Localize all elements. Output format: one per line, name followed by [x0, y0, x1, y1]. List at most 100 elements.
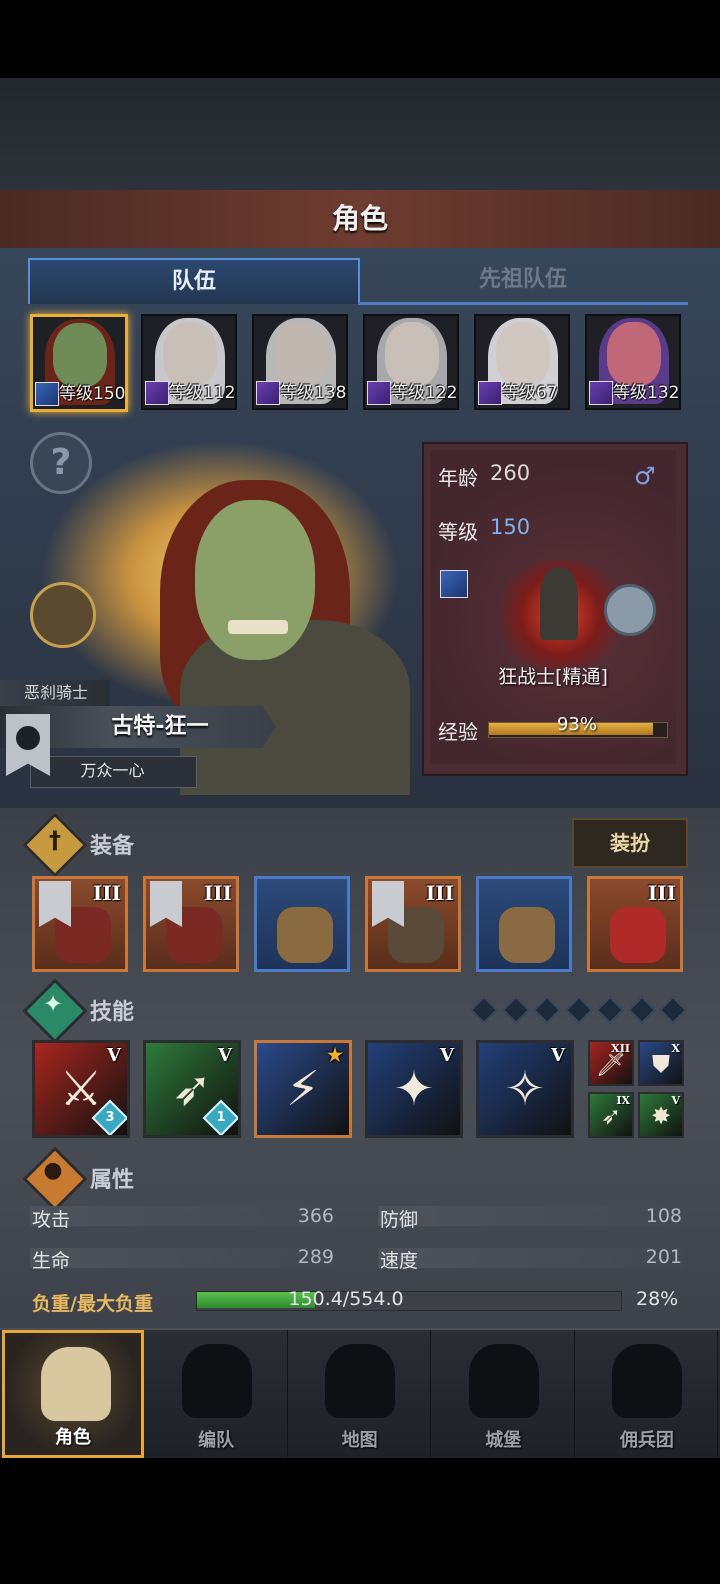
castle-icon — [468, 1344, 539, 1418]
speed-value: 201 — [645, 1246, 682, 1268]
attack-label: 攻击 — [32, 1209, 71, 1231]
equipment-tier: III — [647, 881, 676, 905]
skill-slot-5[interactable]: ✧ V — [476, 1040, 574, 1138]
age-label: 年龄 — [438, 466, 478, 490]
roster-hero-1[interactable]: 等级150 — [30, 314, 128, 412]
hero-level-row: 等级112 — [143, 378, 235, 405]
skill-tier: V — [440, 1045, 454, 1066]
class-gem-icon — [256, 381, 280, 405]
tab-team[interactable]: 队伍 — [28, 258, 360, 304]
skill-glyph-icon: ✦ — [393, 1061, 435, 1117]
equipment-slot-3[interactable] — [254, 876, 350, 972]
roster-hero-5[interactable]: 等级67 — [474, 314, 570, 410]
hero-face-icon — [53, 323, 107, 387]
skill-badge-count: 1 — [216, 1110, 226, 1125]
hero-portrait-mouth — [228, 620, 288, 634]
skill-tier: XII — [611, 1042, 630, 1055]
sword-icon: † — [49, 826, 61, 854]
equipment-slot-5[interactable] — [476, 876, 572, 972]
nav-label: 佣兵团 — [619, 1430, 674, 1451]
hero-level: 等级138 — [280, 383, 347, 403]
hero-name: 古特-狂一 — [111, 714, 209, 739]
hero-class-tag: 恶刹骑士 — [0, 680, 110, 706]
passive-skill-1[interactable]: 🗡 XII — [588, 1040, 634, 1086]
defense-value: 108 — [645, 1205, 682, 1227]
skill-tier: X — [671, 1042, 680, 1055]
banner-emblem-icon — [16, 726, 40, 750]
top-background — [0, 78, 720, 190]
health-label: 生命 — [32, 1250, 71, 1272]
nav-label: 编队 — [198, 1430, 235, 1451]
class-gem-icon — [440, 570, 468, 598]
passive-skill-2[interactable]: ⛊ X — [638, 1040, 684, 1086]
mercenary-icon — [612, 1344, 683, 1418]
skill-slot-2[interactable]: ➶ V 1 — [143, 1040, 241, 1138]
hero-face-icon — [385, 322, 439, 386]
helmet-icon — [181, 1344, 252, 1418]
age-value: 260 — [490, 461, 531, 485]
passive-skill-3[interactable]: ➶ IX — [588, 1092, 634, 1138]
hero-face-icon — [607, 322, 661, 386]
health-value: 289 — [297, 1246, 334, 1268]
hero-face-icon — [496, 322, 550, 386]
male-icon: ♂ — [634, 462, 656, 490]
skill-slot-1[interactable]: ⚔ V 3 — [32, 1040, 130, 1138]
equipment-item-icon — [499, 907, 555, 963]
roster-hero-2[interactable]: 等级112 — [141, 314, 237, 410]
nav-castle[interactable]: 城堡 — [433, 1330, 575, 1458]
knight-icon — [41, 1347, 111, 1421]
equipment-slot-4[interactable]: III — [365, 876, 461, 972]
hero-level-row: 等级138 — [254, 378, 347, 405]
speed-label: 速度 — [380, 1250, 419, 1272]
hero-level: 等级150 — [59, 384, 126, 404]
roster-hero-3[interactable]: 等级138 — [252, 314, 348, 410]
nav-compass[interactable]: 地图 — [289, 1330, 432, 1458]
skill-tier: V — [551, 1045, 565, 1066]
bottom-background — [0, 1458, 720, 1584]
roster-hero-6[interactable]: 等级132 — [585, 314, 681, 410]
skill-tier: V — [218, 1045, 232, 1066]
attack-value: 366 — [297, 1205, 334, 1227]
potion-icon[interactable] — [30, 582, 96, 648]
hero-face-icon — [274, 322, 328, 386]
level-label: 等级 — [438, 520, 478, 544]
skill-tier: ★ — [326, 1045, 343, 1066]
skill-slot-3[interactable]: ⚡ ★ — [254, 1040, 352, 1138]
skills-label: 技能 — [90, 1000, 135, 1025]
skill-tier: V — [671, 1094, 680, 1107]
exp-percent: 93% — [556, 714, 597, 735]
hero-title: 万众一心 — [80, 761, 145, 780]
nav-mercenary[interactable]: 佣兵团 — [576, 1330, 719, 1458]
nav-label: 地图 — [341, 1430, 378, 1451]
defense-label: 防御 — [380, 1209, 419, 1231]
load-value: 150.4/554.0 — [288, 1288, 404, 1310]
class-gem-icon — [35, 382, 59, 406]
equipment-slot-2[interactable]: III — [143, 876, 239, 972]
passive-skill-4[interactable]: ✸ V — [638, 1092, 684, 1138]
nav-helmet[interactable]: 编队 — [146, 1330, 288, 1458]
skill-glyph-icon: ⚡ — [286, 1061, 320, 1117]
hero-level: 等级122 — [391, 383, 458, 403]
skill-badge-count: 3 — [105, 1110, 115, 1125]
hero-level-row: 等级150 — [33, 379, 126, 406]
class-gem-icon — [367, 381, 391, 405]
roster-hero-4[interactable]: 等级122 — [363, 314, 459, 410]
equipment-item-icon — [277, 907, 333, 963]
equipment-tier: III — [203, 881, 232, 905]
skill-tier: V — [107, 1045, 121, 1066]
equipment-slot-6[interactable]: III — [587, 876, 683, 972]
class-figure-icon[interactable] — [540, 568, 578, 640]
dress-up-button[interactable]: 装扮 — [572, 818, 688, 868]
hero-level-row: 等级132 — [587, 378, 679, 405]
nav-knight[interactable]: 角色 — [2, 1330, 144, 1458]
class-name: 狂战士[精通] — [498, 666, 608, 688]
equipment-slot-1[interactable]: III — [32, 876, 128, 972]
hero-face-icon — [163, 322, 217, 386]
tab-ancestor-team[interactable]: 先祖队伍 — [358, 258, 688, 305]
compass-icon — [325, 1344, 396, 1418]
skill-tier: IX — [616, 1094, 630, 1107]
skill-glyph-icon: ✧ — [504, 1061, 546, 1117]
help-button[interactable]: ? — [30, 432, 92, 494]
nav-label: 城堡 — [485, 1430, 522, 1451]
skill-slot-4[interactable]: ✦ V — [365, 1040, 463, 1138]
